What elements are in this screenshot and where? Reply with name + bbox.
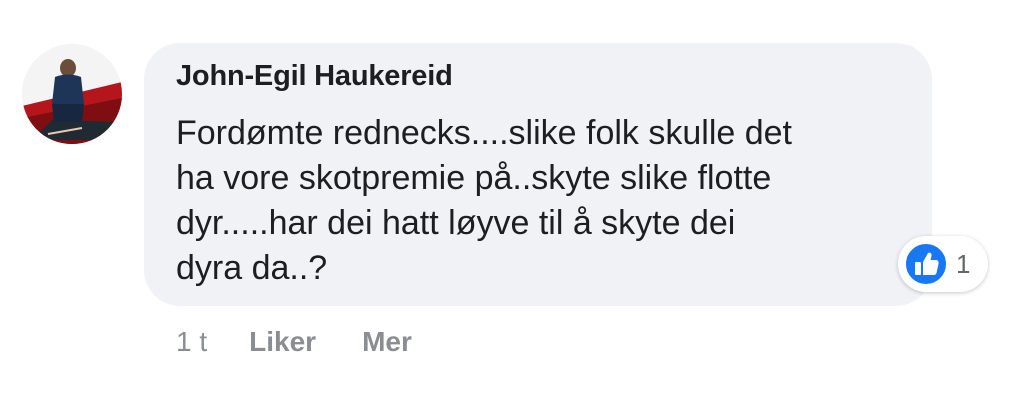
reaction-count: 1 [956,249,971,279]
avatar[interactable] [22,44,122,144]
like-button[interactable]: Liker [249,326,316,358]
more-button[interactable]: Mer [362,326,412,358]
thumbs-up-icon [904,242,948,286]
reaction-summary[interactable]: 1 [898,236,988,292]
profile-photo [22,44,122,144]
comment-text: Fordømte rednecks....slike folk skulle d… [176,111,916,291]
comment-author-name[interactable]: John-Egil Haukereid [176,58,453,94]
comment-text-line: Fordømte rednecks....slike folk skulle d… [176,114,793,152]
comment-text-line: dyr.....har dei hatt løyve til å skyte d… [176,204,736,242]
comment-text-line: ha vore skotpremie på..skyte slike flott… [176,159,772,197]
comment-actions: 1 t Liker Mer [176,322,458,362]
comment-screen: John-Egil Haukereid Fordømte rednecks...… [0,0,1017,400]
comment-timestamp[interactable]: 1 t [176,326,207,358]
comment-text-line: dyra da..? [176,249,328,287]
